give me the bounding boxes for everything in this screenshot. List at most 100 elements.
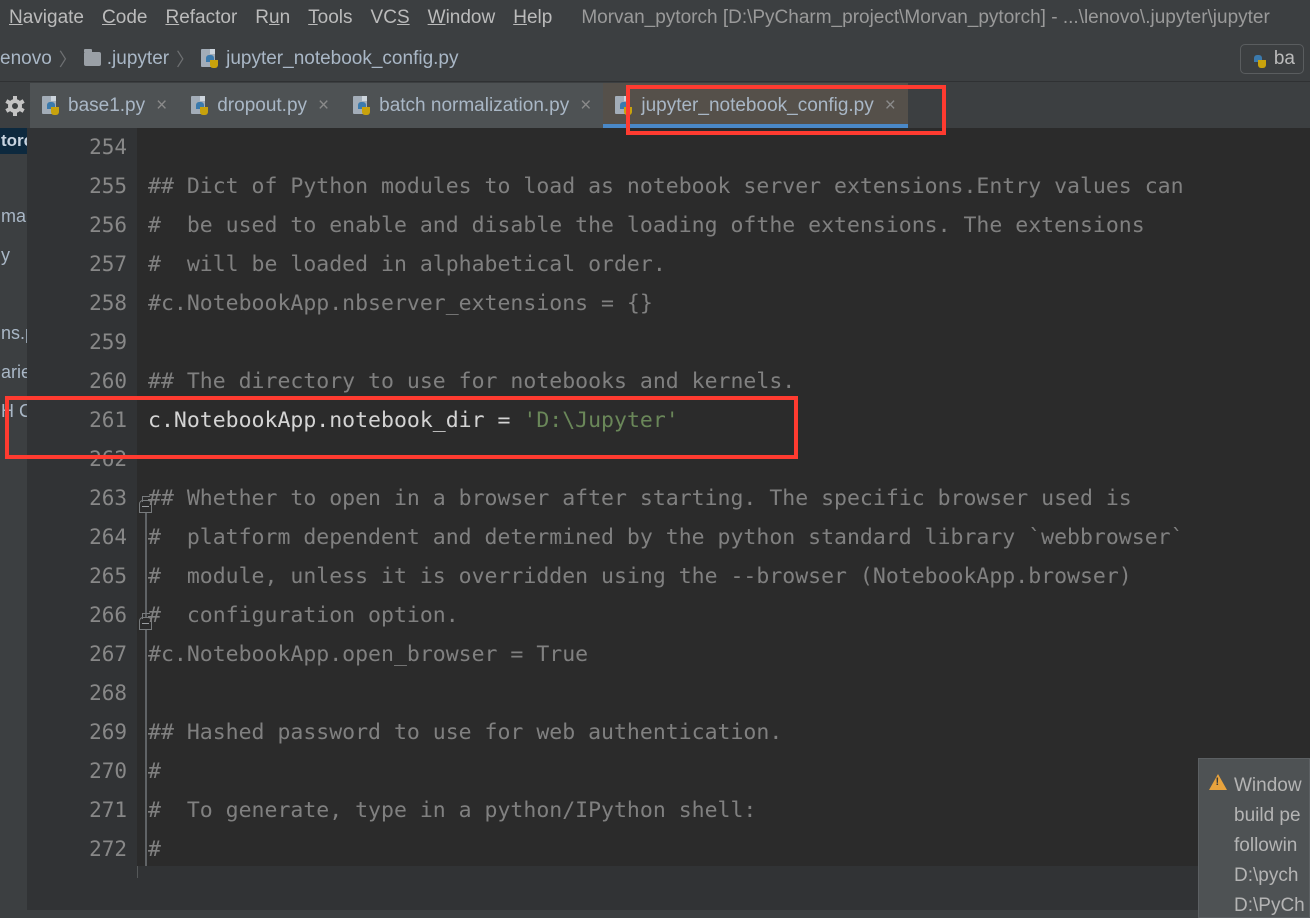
code-editor[interactable]: ## Dict of Python modules to load as not… <box>148 128 1310 878</box>
project-tree-row[interactable]: y <box>0 236 27 275</box>
project-tree-row[interactable]: arie <box>0 353 27 392</box>
code-token: ## Whether to open in a browser after st… <box>148 486 1132 511</box>
editor-tab-label: base1.py <box>68 94 146 116</box>
code-line[interactable]: # <box>148 830 161 869</box>
bottom-left-strip <box>0 878 27 910</box>
project-tree-row[interactable]: H Co <box>0 392 27 431</box>
line-number: 269 <box>89 720 127 744</box>
line-number: 266 <box>89 603 127 627</box>
editor-tab-dropout-py[interactable]: dropout.py × <box>179 83 342 128</box>
code-line[interactable]: ## The directory to use for notebooks an… <box>148 362 795 401</box>
code-line[interactable]: # <box>148 752 161 791</box>
run-configuration-selector[interactable]: ba <box>1239 44 1304 74</box>
project-tree-row[interactable]: mal <box>0 197 27 236</box>
editor-tab-bar: base1.py × dropout.py × batch normalization.… <box>0 83 1310 128</box>
notification-header: Window build pe followin D:\pych D:\PyCh <box>1209 771 1309 917</box>
notification-line: followin <box>1234 835 1298 856</box>
breadcrumb-label: jupyter_notebook_config.py <box>226 47 459 69</box>
breadcrumb-separator: 〉 <box>176 49 195 70</box>
editor-tab-base1-py[interactable]: base1.py × <box>30 83 180 128</box>
line-number: 268 <box>89 681 127 705</box>
code-line[interactable]: #c.NotebookApp.open_browser = True <box>148 635 588 674</box>
menu-item-code[interactable]: Code <box>93 0 156 36</box>
breadcrumb-item-2[interactable]: jupyter_notebook_config.py <box>201 48 458 70</box>
menu-item-help[interactable]: Help <box>504 0 561 36</box>
code-token: c.NotebookApp.notebook_dir = <box>148 408 524 433</box>
code-token: # module, unless it is overridden using … <box>148 564 1132 589</box>
code-line[interactable]: # To generate, type in a python/IPython … <box>148 791 756 830</box>
project-tree-row[interactable] <box>0 275 27 314</box>
warning-icon <box>1209 774 1227 790</box>
line-number: 256 <box>89 213 127 237</box>
breadcrumb-separator: 〉 <box>58 49 77 70</box>
line-number: 264 <box>89 525 127 549</box>
project-tree-row[interactable]: ns.p <box>0 314 27 353</box>
code-token: ## Dict of Python modules to load as not… <box>148 174 1184 199</box>
notification-line: Window <box>1234 775 1302 796</box>
project-tool-window[interactable]: torc maly ns.parieH Co <box>0 128 27 878</box>
close-icon[interactable]: × <box>885 95 896 117</box>
editor-tab-label: batch normalization.py <box>379 94 570 116</box>
project-selected-item[interactable]: torc <box>0 128 27 154</box>
breadcrumb-label: .jupyter <box>106 47 170 69</box>
close-icon[interactable]: × <box>156 95 167 117</box>
code-line[interactable]: # platform dependent and determined by t… <box>148 518 1184 557</box>
notification-popup[interactable]: Windowbuild pefollowinD:\pychD:\PyCh Fix <box>1198 758 1310 918</box>
code-line[interactable]: # will be loaded in alphabetical order. <box>148 245 666 284</box>
breadcrumb-item-0[interactable]: enovo <box>0 48 52 70</box>
editor-tab-batch-normalization-py[interactable]: batch normalization.py × <box>341 83 604 128</box>
code-line[interactable]: # configuration option. <box>148 596 459 635</box>
line-number: 257 <box>89 252 127 276</box>
close-icon[interactable]: × <box>580 95 591 117</box>
line-number: 259 <box>89 330 127 354</box>
editor-tab-label: dropout.py <box>217 94 308 116</box>
code-line[interactable]: c.NotebookApp.notebook_dir = 'D:\Jupyter… <box>148 401 679 440</box>
code-token: # <box>148 759 161 784</box>
line-number: 267 <box>89 642 127 666</box>
code-line[interactable]: #c.NotebookApp.nbserver_extensions = {} <box>148 284 653 323</box>
notification-line: build pe <box>1234 805 1301 826</box>
line-number: 272 <box>89 837 127 861</box>
menu-item-navigate[interactable]: Navigate <box>0 0 93 36</box>
code-token: # will be loaded in alphabetical order. <box>148 252 666 277</box>
settings-gear-button[interactable] <box>0 83 30 128</box>
code-token: # be used to enable and disable the load… <box>148 213 1145 238</box>
pane-divider <box>137 866 138 878</box>
line-number: 270 <box>89 759 127 783</box>
code-line[interactable]: # module, unless it is overridden using … <box>148 557 1132 596</box>
line-number: 255 <box>89 174 127 198</box>
menu-item-tools[interactable]: Tools <box>299 0 361 36</box>
line-number: 260 <box>89 369 127 393</box>
breadcrumb-item-1[interactable]: .jupyter <box>83 47 170 70</box>
code-line[interactable]: ## Whether to open in a browser after st… <box>148 479 1132 518</box>
close-icon[interactable]: × <box>318 95 329 117</box>
editor-tab-label: jupyter_notebook_config.py <box>641 94 874 116</box>
menu-item-refactor[interactable]: Refactor <box>156 0 246 36</box>
project-tree-row[interactable] <box>0 158 27 197</box>
code-token: ## The directory to use for notebooks an… <box>148 369 796 394</box>
code-token: # configuration option. <box>148 603 459 628</box>
python-file-icon <box>201 48 219 69</box>
code-line[interactable]: ## Hashed password to use for web authen… <box>148 713 782 752</box>
code-line[interactable]: ## Dict of Python modules to load as not… <box>148 167 1184 206</box>
folder-icon <box>83 48 101 66</box>
editor-gutter[interactable]: 254 255 256 257 258 259 260 261 262 263 264 265 266 2… <box>27 128 137 878</box>
code-token: ## Hashed password to use for web authen… <box>148 720 783 745</box>
tool-window-strip <box>27 866 1310 878</box>
code-token: #c.NotebookApp.open_browser = True <box>148 642 589 667</box>
menu-item-vcs[interactable]: VCS <box>362 0 419 36</box>
code-line[interactable]: # be used to enable and disable the load… <box>148 206 1145 245</box>
python-file-icon <box>353 95 371 116</box>
code-token: 'D:\Jupyter' <box>523 408 679 433</box>
python-file-icon <box>42 95 60 116</box>
menu-item-window[interactable]: Window <box>419 0 505 36</box>
line-number: 262 <box>89 447 127 471</box>
python-file-icon <box>615 95 633 116</box>
bottom-tool-window <box>0 878 1310 910</box>
menu-item-run[interactable]: Run <box>246 0 299 36</box>
breadcrumb-label: enovo <box>0 47 52 69</box>
code-token: #c.NotebookApp.nbserver_extensions = {} <box>148 291 653 316</box>
line-number: 258 <box>89 291 127 315</box>
editor-tab-jupyter-notebook-config-py[interactable]: jupyter_notebook_config.py × <box>603 83 908 128</box>
navigation-bar: enovo 〉 .jupyter 〉 jupyter_notebook_config.p… <box>0 36 1310 82</box>
